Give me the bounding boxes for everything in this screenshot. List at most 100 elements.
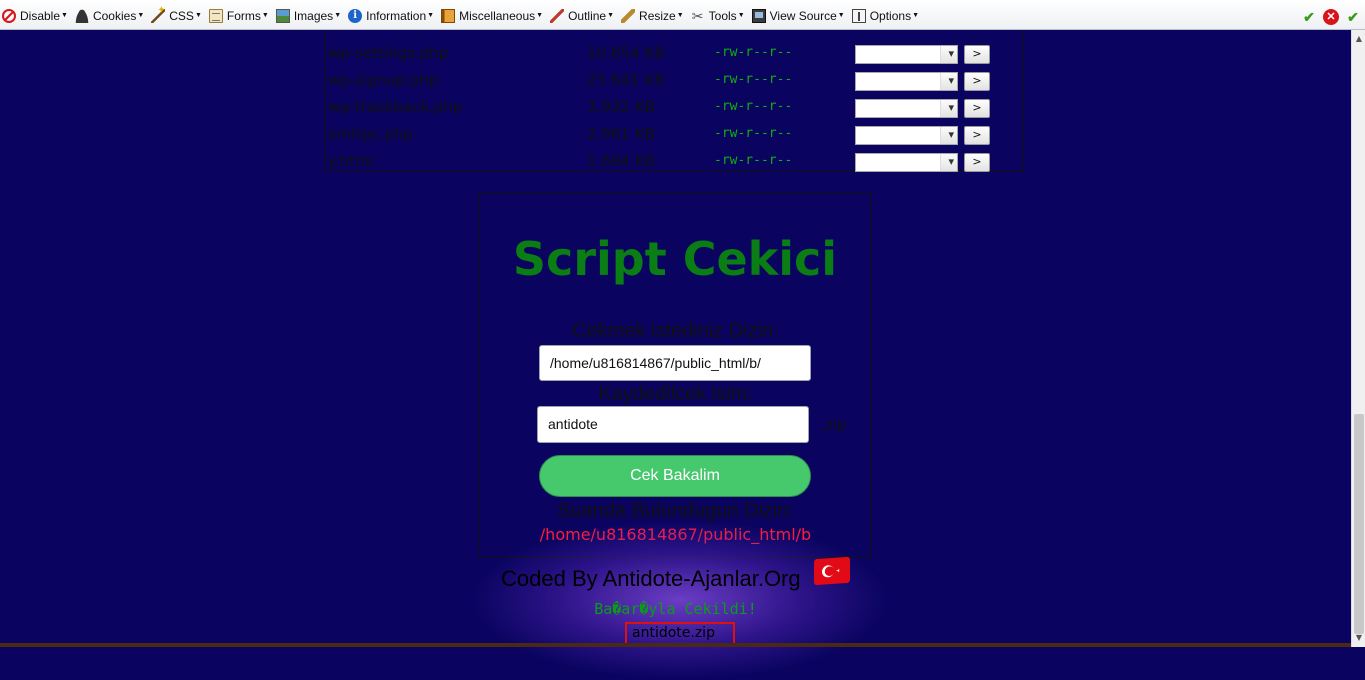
resize-icon <box>621 9 636 23</box>
file-action-select[interactable] <box>855 126 958 145</box>
toolbar-label: Cookies <box>92 9 137 23</box>
file-size: 1.694 KB <box>587 152 655 170</box>
file-action-select[interactable] <box>855 99 958 118</box>
scroll-thumb[interactable] <box>1354 414 1364 634</box>
toolbar-items: Disable▼Cookies▼CSS▼Forms▼Images▼iInform… <box>2 5 926 23</box>
file-permissions[interactable]: -rw-r--r-- <box>714 153 792 168</box>
dropdown-caret-icon: ▼ <box>194 11 202 19</box>
toolbar-tools-menu[interactable]: ✂ Tools ▼ <box>691 9 745 23</box>
file-row: y.html 1.694 KB -rw-r--r-- > <box>325 144 1025 172</box>
dir-input[interactable]: /home/u816814867/public_html/b/ <box>539 345 811 381</box>
taskbar <box>0 643 1351 647</box>
misc-icon <box>441 9 456 23</box>
source-icon <box>751 9 766 23</box>
check-icon[interactable]: ✔ <box>1345 9 1361 25</box>
toolbar-css-menu[interactable]: CSS▼ <box>151 5 202 23</box>
toolbar-label: Tools <box>708 9 737 23</box>
file-row: wp-trackback.php 3.932 KB -rw-r--r-- > <box>325 90 1025 118</box>
toolbar-information-menu[interactable]: i Information ▼ <box>348 9 434 23</box>
toolbar-label: Resize <box>639 9 676 23</box>
dropdown-caret-icon: ▼ <box>261 11 269 19</box>
file-permissions[interactable]: -rw-r--r-- <box>714 45 792 60</box>
toolbar-right: ✔ ✕ ✔ <box>1295 9 1361 25</box>
vertical-scrollbar[interactable]: ▲ ▼ <box>1351 30 1365 647</box>
file-name[interactable]: wp-settings.php <box>328 44 448 62</box>
dropdown-caret-icon: ▼ <box>61 11 68 19</box>
file-name[interactable]: y.html <box>328 152 374 170</box>
file-name[interactable]: xmlrpc.php <box>328 125 413 143</box>
scroll-down-icon[interactable]: ▼ <box>1352 631 1365 645</box>
file-row: wp-signup.php 25.641 KB -rw-r--r-- > <box>325 63 1025 91</box>
dropdown-caret-icon: ▼ <box>137 11 145 19</box>
file-action-select[interactable] <box>855 45 958 64</box>
file-action-go-button[interactable]: > <box>964 45 990 64</box>
dropdown-caret-icon: ▼ <box>536 11 544 19</box>
dropdown-caret-icon: ▼ <box>334 11 342 19</box>
file-action-go-button[interactable]: > <box>964 126 990 145</box>
toolbar-resize-menu[interactable]: Resize ▼ <box>621 9 684 23</box>
toolbar-images-menu[interactable]: Images ▼ <box>275 9 342 23</box>
file-list: wp-settings.php10.854 KB-rw-r--r-->wp-si… <box>324 30 1024 172</box>
wand-icon <box>151 5 166 23</box>
page-title: Script Cekici <box>512 232 838 286</box>
file-action-select[interactable] <box>855 72 958 91</box>
toolbar-label: Disable <box>20 9 61 23</box>
zip-extension: .zip <box>820 416 847 434</box>
file-size: 2.961 KB <box>587 125 655 143</box>
toolbar-label: Miscellaneous <box>459 9 536 23</box>
dropdown-caret-icon: ▼ <box>427 11 435 19</box>
image-icon <box>275 9 290 23</box>
check-icon[interactable]: ✔ <box>1301 9 1317 25</box>
file-permissions[interactable]: -rw-r--r-- <box>714 99 792 114</box>
disable-icon <box>2 9 16 23</box>
file-action-go-button[interactable]: > <box>964 72 990 91</box>
dropdown-caret-icon: ▼ <box>912 11 920 19</box>
dropdown-caret-icon: ▼ <box>737 11 745 19</box>
dropdown-caret-icon: ▼ <box>676 11 684 19</box>
toolbar-label: Images <box>293 9 334 23</box>
form-icon <box>208 9 223 23</box>
file-action-go-button[interactable]: > <box>964 153 990 172</box>
file-row: wp-settings.php 10.854 KB -rw-r--r-- > <box>325 36 1025 64</box>
cek-bakalim-button[interactable]: Cek Bakalim <box>539 455 811 497</box>
scroll-up-icon[interactable]: ▲ <box>1352 32 1365 46</box>
toolbar-forms-menu[interactable]: Forms ▼ <box>208 9 269 23</box>
file-permissions[interactable]: -rw-r--r-- <box>714 72 792 87</box>
toolbar-options-menu[interactable]: Options ▼ <box>851 9 920 23</box>
dropdown-caret-icon: ▼ <box>837 11 845 19</box>
file-permissions[interactable]: -rw-r--r-- <box>714 126 792 141</box>
toolbar-disable-menu[interactable]: Disable ▼ <box>2 9 68 23</box>
success-message: Ba�ar�yla Cekildi! <box>594 600 757 618</box>
toolbar-label: Forms <box>226 9 261 23</box>
toolbar-cookies-menu[interactable]: Cookies ▼ <box>74 9 145 23</box>
file-size: 10.854 KB <box>587 44 665 62</box>
options-icon <box>851 9 866 23</box>
file-action-select[interactable] <box>855 153 958 172</box>
toolbar-label: Options <box>869 9 912 23</box>
web-developer-toolbar: Disable▼Cookies▼CSS▼Forms▼Images▼iInform… <box>0 0 1365 30</box>
toolbar-label: Information <box>366 9 427 23</box>
file-action-go-button[interactable]: > <box>964 99 990 118</box>
toolbar-view-source-menu[interactable]: View Source ▼ <box>751 9 845 23</box>
dropdown-caret-icon: ▼ <box>607 11 615 19</box>
file-name[interactable]: wp-trackback.php <box>328 98 462 116</box>
dir-label: Cekmek istediniz Dizin: <box>572 320 779 342</box>
file-name[interactable]: wp-signup.php <box>328 71 439 89</box>
filename-input[interactable]: antidote <box>537 406 809 443</box>
tools-icon: ✂ <box>691 8 704 24</box>
toolbar-label: Outline <box>568 9 607 23</box>
name-label: Kaydedilcek isim: <box>598 383 753 405</box>
file-row: xmlrpc.php 2.961 KB -rw-r--r-- > <box>325 117 1025 145</box>
pencil-icon <box>550 9 565 23</box>
coded-by-text: Coded By Antidote-Ajanlar.Org <box>501 566 801 591</box>
toolbar-label: CSS <box>169 9 194 23</box>
toolbar-outline-menu[interactable]: Outline ▼ <box>550 9 614 23</box>
file-size: 25.641 KB <box>587 71 665 89</box>
user-icon <box>74 9 89 23</box>
toolbar-label: View Source <box>769 9 837 23</box>
toolbar-miscellaneous-menu[interactable]: Miscellaneous ▼ <box>441 9 543 23</box>
file-size: 3.932 KB <box>587 98 655 116</box>
info-icon: i <box>348 9 363 23</box>
close-icon[interactable]: ✕ <box>1323 9 1339 25</box>
turkey-flag-icon <box>814 556 850 586</box>
